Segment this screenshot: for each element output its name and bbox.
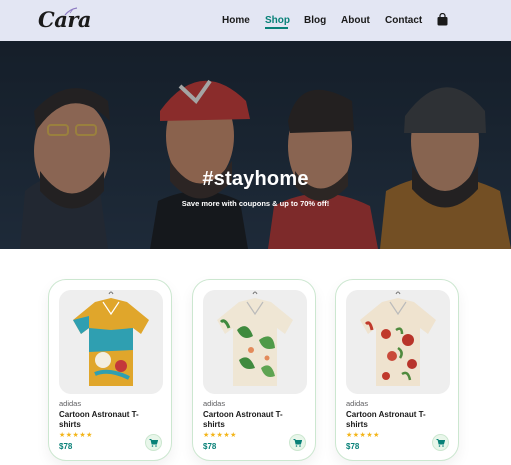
add-to-cart-button[interactable] — [289, 434, 306, 451]
product-card[interactable]: adidas Cartoon Astronaut T-shirts ★★★★★ … — [192, 279, 316, 461]
product-card[interactable]: adidas Cartoon Astronaut T-shirts ★★★★★ … — [335, 279, 459, 461]
add-to-cart-button[interactable] — [432, 434, 449, 451]
shopping-bag-icon[interactable] — [437, 13, 448, 26]
product-name[interactable]: Cartoon Astronaut T-shirts — [59, 410, 159, 430]
hero-subtitle: Save more with coupons & up to 70% off! — [181, 199, 330, 208]
product-image[interactable] — [59, 290, 163, 394]
product-price: $78 — [59, 442, 73, 451]
nav-contact[interactable]: Contact — [385, 15, 422, 26]
product-price: $78 — [346, 442, 360, 451]
star-rating-icons: ★★★★★ — [59, 432, 93, 439]
shirt-illustration — [73, 291, 149, 386]
shirt-illustration — [360, 291, 436, 386]
product-image[interactable] — [203, 290, 307, 394]
product-name[interactable]: Cartoon Astronaut T-shirts — [346, 410, 446, 430]
main-nav: Home Shop Blog About Contact — [0, 0, 511, 41]
cart-icon — [436, 438, 445, 447]
hero-illustration — [0, 41, 511, 249]
product-brand: adidas — [203, 399, 226, 408]
nav-about[interactable]: About — [341, 15, 370, 26]
product-price: $78 — [203, 442, 217, 451]
cart-icon — [293, 438, 302, 447]
product-brand: adidas — [59, 399, 82, 408]
product-name[interactable]: Cartoon Astronaut T-shirts — [203, 410, 303, 430]
cart-icon — [149, 438, 158, 447]
product-card[interactable]: adidas Cartoon Astronaut T-shirts ★★★★★ … — [48, 279, 172, 461]
nav-home[interactable]: Home — [222, 15, 250, 26]
product-brand: adidas — [346, 399, 369, 408]
star-rating-icons: ★★★★★ — [346, 432, 380, 439]
site-header: Cara Home Shop Blog About Contact — [0, 0, 511, 41]
product-image[interactable] — [346, 290, 450, 394]
star-rating-icons: ★★★★★ — [203, 432, 237, 439]
add-to-cart-button[interactable] — [145, 434, 162, 451]
hero-title: #stayhome — [202, 168, 309, 190]
shirt-illustration — [217, 291, 293, 386]
active-nav-underline — [265, 27, 288, 29]
nav-blog[interactable]: Blog — [304, 15, 326, 26]
nav-shop[interactable]: Shop — [265, 15, 290, 26]
hero-banner: #stayhome Save more with coupons & up to… — [0, 41, 511, 249]
